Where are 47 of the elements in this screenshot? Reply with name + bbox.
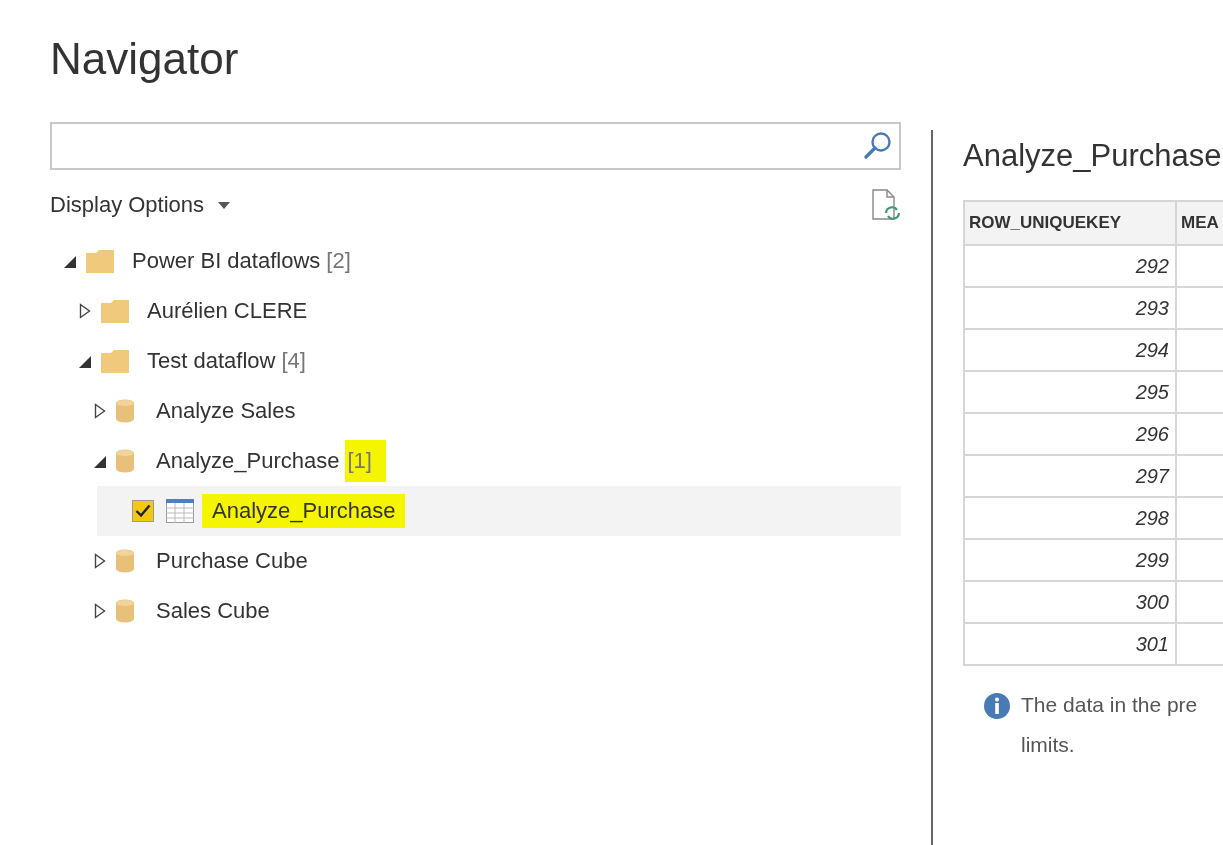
search-field[interactable] <box>50 122 901 170</box>
folder-icon <box>101 299 129 323</box>
window-title: Navigator <box>50 33 240 85</box>
expand-toggle[interactable] <box>92 552 108 570</box>
caret-icon <box>218 201 231 209</box>
checkbox[interactable] <box>132 500 154 522</box>
expand-toggle[interactable] <box>77 302 93 320</box>
database-icon <box>116 449 134 473</box>
refresh-document-icon[interactable] <box>871 189 901 221</box>
preview-title: Analyze_Purchase <box>963 138 1223 175</box>
folder-icon <box>86 249 114 273</box>
info-icon <box>983 692 1011 720</box>
search-icon <box>863 131 893 161</box>
table-cell: 292 <box>964 245 1176 287</box>
table-cell: 301 <box>964 623 1176 665</box>
item-count: [1] <box>345 440 386 482</box>
tree-item-label[interactable]: Test dataflow <box>147 348 276 374</box>
column-header: ROW_UNIQUEKEY <box>964 201 1176 245</box>
tree-item-label[interactable]: Analyze_Purchase <box>156 448 340 474</box>
item-count: [2] <box>326 248 351 274</box>
expand-toggle[interactable] <box>92 402 108 420</box>
table-cell: 295 <box>964 371 1176 413</box>
table-cell: 294 <box>964 329 1176 371</box>
display-options-dropdown[interactable]: Display Options <box>50 192 231 218</box>
item-count: [4] <box>281 348 306 374</box>
table-cell: 300 <box>964 581 1176 623</box>
database-icon <box>116 549 134 573</box>
database-icon <box>116 599 134 623</box>
tree-item-label[interactable]: Power BI dataflows <box>132 248 321 274</box>
column-header: MEA <box>1176 201 1223 245</box>
expand-toggle[interactable] <box>92 602 108 620</box>
tree-item-label[interactable]: Analyze_Purchase <box>202 494 406 528</box>
table-cell: 293 <box>964 287 1176 329</box>
table-cell: 298 <box>964 497 1176 539</box>
tree-item-label[interactable]: Analyze Sales <box>156 398 296 424</box>
selected-tree-row[interactable]: Analyze_Purchase <box>97 486 901 536</box>
table-icon <box>166 499 194 523</box>
folder-icon <box>101 349 129 373</box>
info-message: The data in the pre <box>1021 692 1198 718</box>
table-cell: 296 <box>964 413 1176 455</box>
info-message: limits. <box>1021 732 1076 758</box>
table-cell: 299 <box>964 539 1176 581</box>
database-icon <box>116 399 134 423</box>
table-cell: 297 <box>964 455 1176 497</box>
tree-item-label[interactable]: Aurélien CLERE <box>147 298 308 324</box>
tree-item-label[interactable]: Sales Cube <box>156 598 270 624</box>
tree-item-label[interactable]: Purchase Cube <box>156 548 308 574</box>
